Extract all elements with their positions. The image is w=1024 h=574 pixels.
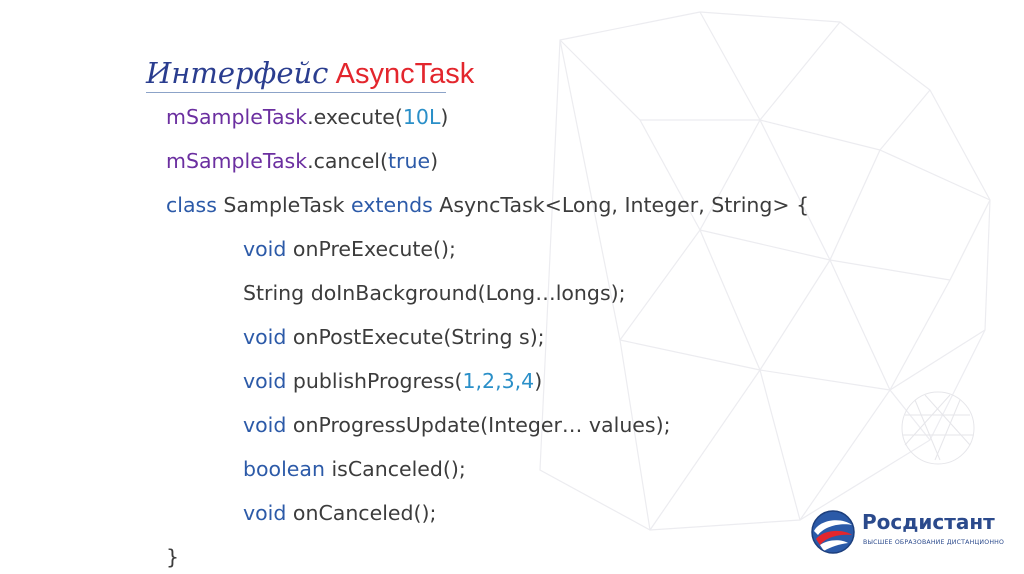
code-line-do-in-background: String doInBackground(Long…longs); bbox=[243, 281, 626, 305]
code-line-publish-progress: void publishProgress(1,2,3,4) bbox=[243, 369, 543, 393]
code-line-on-post-execute: void onPostExecute(String s); bbox=[243, 325, 545, 349]
logo-swirl-icon bbox=[811, 510, 855, 554]
slide-title: Интерфейс AsyncTask bbox=[146, 56, 474, 91]
code-line-on-canceled: void onCanceled(); bbox=[243, 501, 437, 525]
title-underline bbox=[146, 92, 446, 93]
title-russian: Интерфейс bbox=[146, 56, 329, 90]
rosdistant-logo: Росдистант ВЫСШЕЕ ОБРАЗОВАНИЕ ДИСТАНЦИОН… bbox=[808, 507, 1008, 557]
code-line-closing-brace: } bbox=[166, 545, 180, 569]
logo-name: Росдистант bbox=[862, 510, 995, 534]
code-line-class-declaration: class SampleTask extends AsyncTask<Long,… bbox=[166, 193, 810, 217]
logo-tagline: ВЫСШЕЕ ОБРАЗОВАНИЕ ДИСТАНЦИОННО bbox=[863, 539, 1005, 546]
code-line-on-progress-update: void onProgressUpdate(Integer… values); bbox=[243, 413, 671, 437]
code-line-cancel: mSampleTask.cancel(true) bbox=[166, 149, 439, 173]
code-line-is-canceled: boolean isCanceled(); bbox=[243, 457, 466, 481]
code-line-on-pre-execute: void onPreExecute(); bbox=[243, 237, 456, 261]
slide: Интерфейс AsyncTask mSampleTask.execute(… bbox=[0, 0, 1024, 574]
title-english: AsyncTask bbox=[335, 58, 475, 90]
code-line-execute: mSampleTask.execute(10L) bbox=[166, 105, 449, 129]
